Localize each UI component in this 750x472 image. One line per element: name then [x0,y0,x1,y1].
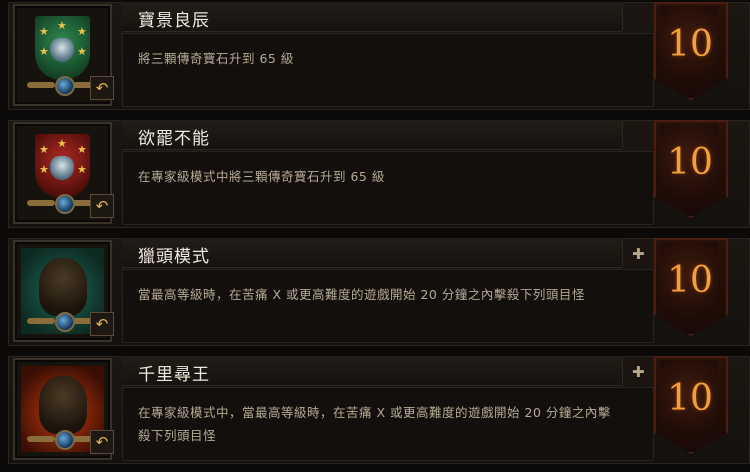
description-panel [122,269,654,343]
gem-orb-icon [55,194,75,214]
crest-icon [50,38,74,62]
achievement-emblem: ★ ★ ★ ★ ★ ↶ [13,122,114,224]
achievement-emblem: ↶ [13,358,114,460]
restore-button[interactable]: ↶ [90,194,114,218]
star-icon: ★ [57,137,67,150]
wing-icon [27,82,55,88]
star-icon: ★ [77,143,87,156]
achievement-description: 在專家級模式中，當最高等級時，在苦痛 X 或更高難度的遊戲開始 20 分鐘之內擊… [138,405,611,443]
achievement-description: 將三顆傳奇寶石升到 65 級 [138,51,294,66]
star-icon: ★ [77,25,87,38]
achievement-points: 10 [667,24,713,65]
expand-button[interactable]: ✚ [632,247,645,262]
title-side-panel [622,4,651,31]
gem-orb-icon [55,430,75,450]
star-icon: ★ [39,45,49,58]
star-icon: ★ [57,19,67,32]
skull-icon [39,376,87,434]
achievement-title: 寶景良辰 [138,11,210,31]
crest-icon [50,156,74,180]
achievement-points: 10 [667,378,713,419]
star-icon: ★ [77,163,87,176]
achievement-title: 獵頭模式 [138,247,210,267]
description-panel [122,33,654,107]
expand-button[interactable]: ✚ [632,365,645,380]
undo-arrow-icon: ↶ [95,197,109,215]
achievement-title: 欲罷不能 [138,129,210,149]
wing-icon [27,318,55,324]
achievement-row[interactable]: ★ ★ ★ ★ ★ ↶ 寶景良辰 將三顆傳奇寶石升到 65 級 10 [0,0,750,118]
star-icon: ★ [39,25,49,38]
achievement-row[interactable]: ★ ★ ★ ★ ★ ↶ 欲罷不能 在專家級模式中將三顆傳奇寶石升到 65 級 1… [0,118,750,236]
gem-orb-icon [55,312,75,332]
achievement-emblem: ↶ [13,240,114,342]
description-panel [122,151,654,225]
restore-button[interactable]: ↶ [90,76,114,100]
wing-icon [27,436,55,442]
achievement-title: 千里尋王 [138,365,210,385]
star-icon: ★ [39,163,49,176]
restore-button[interactable]: ↶ [90,430,114,454]
achievement-description: 在專家級模式中將三顆傳奇寶石升到 65 級 [138,169,385,184]
star-icon: ★ [77,45,87,58]
achievement-points: 10 [667,142,713,183]
plus-icon: ✚ [632,363,645,381]
star-icon: ★ [39,143,49,156]
plus-icon: ✚ [632,245,645,263]
skull-icon [39,258,87,316]
title-side-panel [622,122,651,149]
achievement-emblem: ★ ★ ★ ★ ★ ↶ [13,4,114,106]
undo-arrow-icon: ↶ [95,315,109,333]
wing-icon [27,200,55,206]
achievement-row[interactable]: ↶ 千里尋王 ✚ 在專家級模式中，當最高等級時，在苦痛 X 或更高難度的遊戲開始… [0,354,750,472]
achievement-row[interactable]: ↶ 獵頭模式 ✚ 當最高等級時，在苦痛 X 或更高難度的遊戲開始 20 分鐘之內… [0,236,750,354]
achievement-description: 當最高等級時，在苦痛 X 或更高難度的遊戲開始 20 分鐘之內擊殺下列頭目怪 [138,287,585,302]
achievement-points: 10 [667,260,713,301]
restore-button[interactable]: ↶ [90,312,114,336]
undo-arrow-icon: ↶ [95,79,109,97]
undo-arrow-icon: ↶ [95,433,109,451]
gem-orb-icon [55,76,75,96]
